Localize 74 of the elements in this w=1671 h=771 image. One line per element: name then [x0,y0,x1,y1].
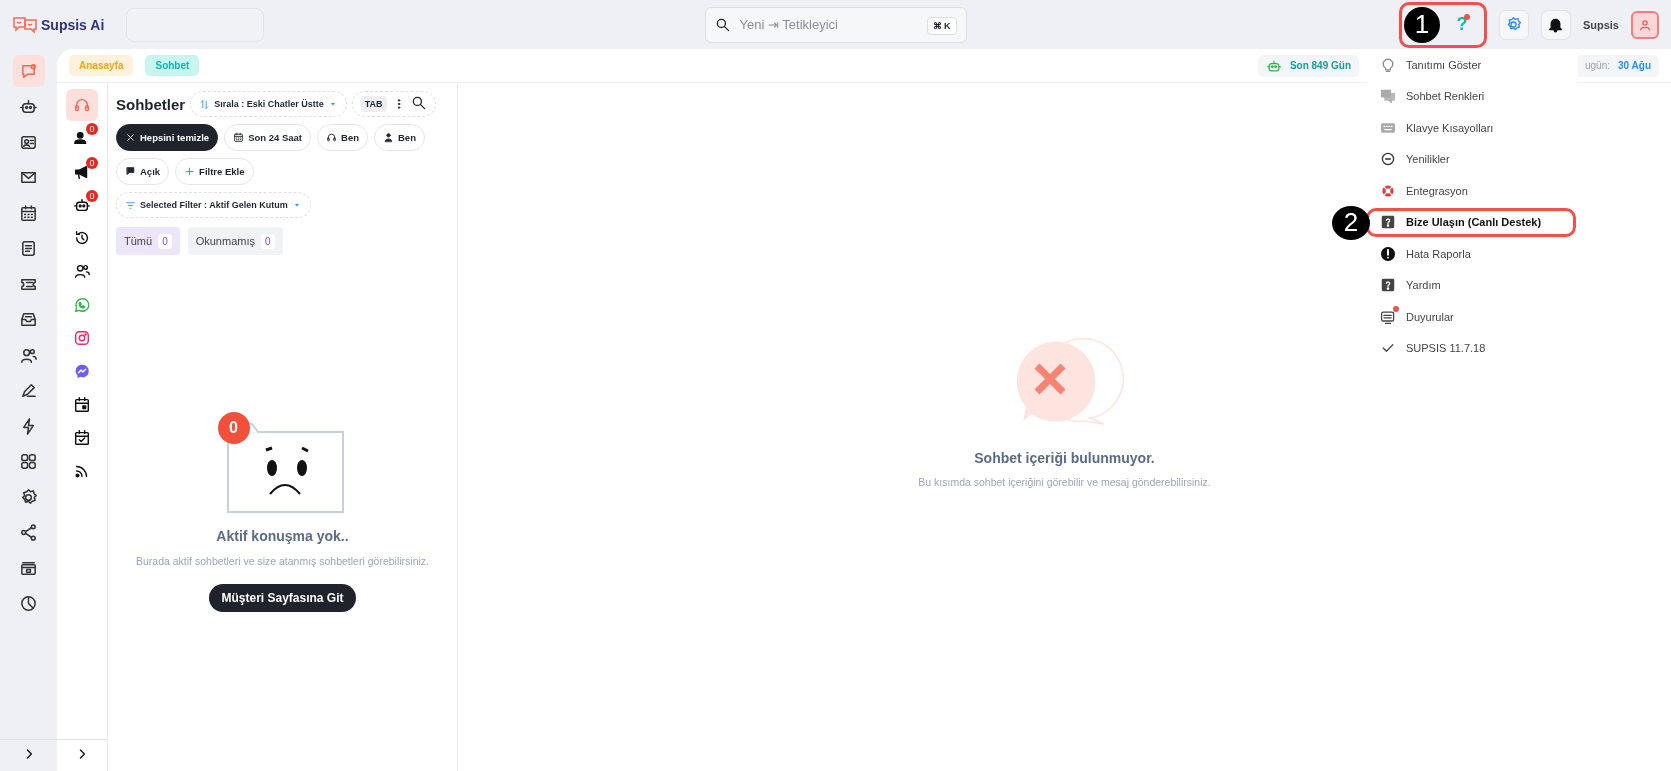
step-number: 1 [1403,6,1440,43]
calendar-icon [19,203,38,223]
notifications-button[interactable] [1540,9,1571,40]
lightbulb-icon [1380,56,1396,73]
camera-icon [73,329,91,348]
chip-value: 30 Ağu [1618,60,1651,71]
count-badge: 0 [261,233,275,249]
gear-icon [19,487,38,507]
menu-item[interactable]: Klavye Kısayolları [1366,113,1578,142]
menu-item[interactable]: Yardım [1366,270,1578,300]
settings-button[interactable] [1498,9,1529,40]
channel-item[interactable]: 0 [66,122,98,155]
menu-item[interactable]: Tanıtımı Göster [1366,50,1578,79]
empty-description: Bu kısımda sohbet içeriğini görebilir ve mesaj gönderebilirsiniz. [918,476,1211,488]
headset-icon [73,96,91,114]
count-badge: 0 [158,233,172,249]
chat-bubble-icon [73,362,91,381]
user-name: Supsis [1582,18,1619,31]
calendar-icon [73,395,91,414]
menu-item[interactable]: Entegrasyon [1366,176,1578,205]
menu-item[interactable]: Duyurular [1366,302,1578,331]
lifebuoy-icon [1380,182,1396,199]
calendar-check-icon [73,428,91,447]
help-icon [1380,277,1396,293]
channel-item[interactable]: 0 [66,188,98,221]
filter-icon [125,199,136,211]
count-badge: 0 [86,123,98,136]
menu-item[interactable]: Sohbet Renkleri [1366,81,1578,111]
empty-description: Burada aktif sohbetleri ve size atanmış sohbetleri görebilirsiniz. [135,554,430,569]
headset-icon [326,132,338,143]
menu-item[interactable]: SUPSIS 11.7.18 [1366,333,1578,363]
share-icon [19,523,38,542]
calendar-icon [233,132,245,143]
channel-item[interactable]: 0 [66,155,98,188]
alert-icon [1380,245,1396,262]
phone-bubble-icon [73,295,91,314]
chat-bubbles-logo-icon [12,15,38,34]
list-tab[interactable]: Tümü 0 [116,227,180,255]
bell-icon [1547,16,1565,33]
settings-icon [1505,16,1523,33]
customer-page-button[interactable]: Müşteri Sayfasına Git [209,584,356,612]
sort-icon [199,98,211,110]
grid-icon [19,452,38,471]
count-badge: 0 [217,412,250,444]
users-icon [73,262,91,281]
avatar-icon [1638,17,1652,32]
flag-icon [125,166,136,177]
chat-bubbles-icon [1380,88,1396,104]
search-icon [410,94,427,111]
menu-item[interactable]: Hata Raporla [1366,239,1578,268]
chip-label: Son 849 Gün [1289,60,1351,71]
menu-item[interactable]: Bize Ulaşın (Canlı Destek) [1366,207,1576,237]
document-icon [19,239,38,258]
menu-item[interactable]: Yenilikler [1366,144,1578,174]
person-icon [383,132,394,143]
help-icon [1380,214,1396,230]
panel-title: Sohbetler [116,95,186,113]
filter-chip[interactable]: Hepsini temizle [116,124,219,151]
empty-title: Sohbet içeriği bulunmuyor. [974,450,1155,466]
robot-icon [19,97,38,116]
count-badge: 0 [86,156,98,169]
inbox-icon [19,310,38,329]
app-name: Supsis Ai [41,16,105,33]
search-icon [714,16,731,33]
chip-label: ugün: [1585,60,1611,71]
plus-icon [184,166,196,177]
pie-chart-icon [19,594,38,613]
empty-title: Aktif konuşma yok.. [216,528,349,544]
pen-icon [19,381,38,400]
count-badge: 0 [86,189,98,202]
list-tab[interactable]: Okunmamış 0 [187,227,283,255]
tab-key: TAB [360,96,387,112]
close-icon [125,132,136,143]
chat-bubble-icon [19,61,38,81]
